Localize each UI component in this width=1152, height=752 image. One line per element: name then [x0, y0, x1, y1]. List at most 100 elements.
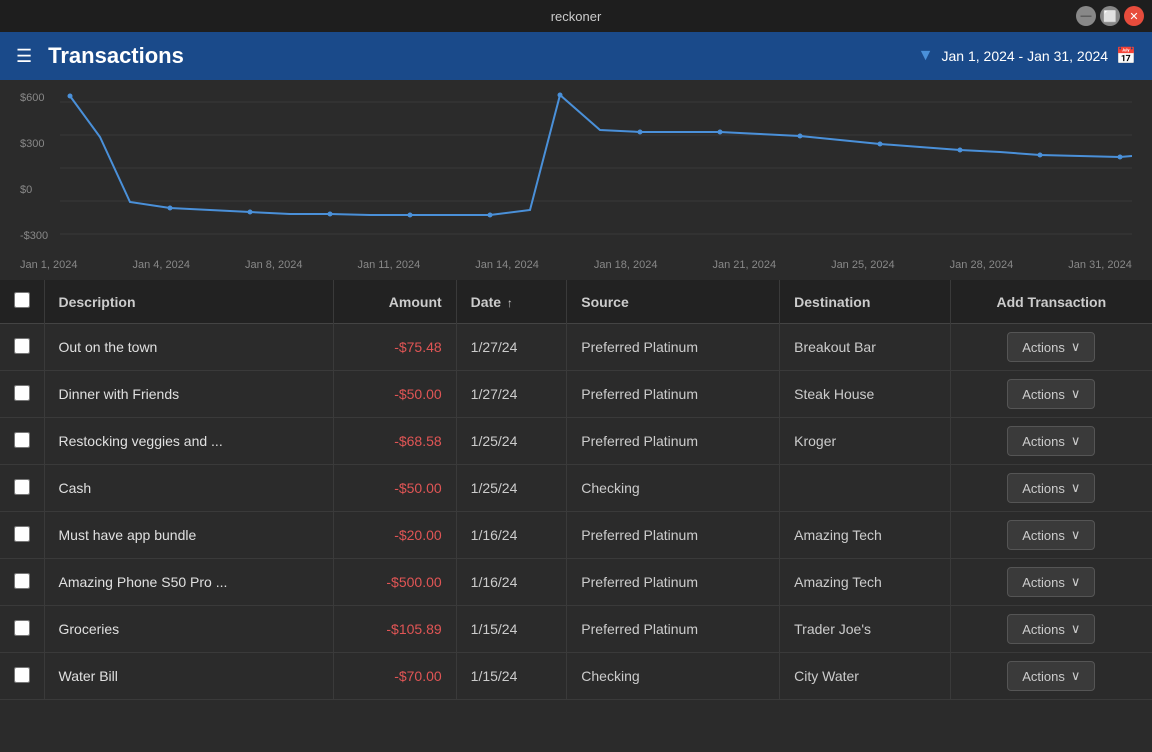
row-actions-cell: Actions ∨ [950, 559, 1152, 606]
actions-button[interactable]: Actions ∨ [1007, 614, 1095, 644]
row-destination: Breakout Bar [780, 324, 950, 371]
row-date: 1/15/24 [456, 653, 567, 700]
row-checkbox-cell[interactable] [0, 371, 44, 418]
table-row: Amazing Phone S50 Pro ... -$500.00 1/16/… [0, 559, 1152, 606]
table-row: Groceries -$105.89 1/15/24 Preferred Pla… [0, 606, 1152, 653]
actions-chevron-icon: ∨ [1071, 339, 1081, 355]
row-destination: Trader Joe's [780, 606, 950, 653]
row-checkbox-cell[interactable] [0, 324, 44, 371]
table-row: Dinner with Friends -$50.00 1/27/24 Pref… [0, 371, 1152, 418]
page-title: Transactions [48, 43, 918, 69]
actions-label: Actions [1022, 669, 1065, 684]
row-checkbox[interactable] [14, 479, 30, 495]
row-date: 1/25/24 [456, 465, 567, 512]
x-label-9: Jan 31, 2024 [1068, 259, 1132, 271]
actions-button[interactable]: Actions ∨ [1007, 426, 1095, 456]
actions-chevron-icon: ∨ [1071, 433, 1081, 449]
row-source: Preferred Platinum [567, 559, 780, 606]
row-date: 1/16/24 [456, 512, 567, 559]
row-checkbox-cell[interactable] [0, 512, 44, 559]
row-source: Preferred Platinum [567, 371, 780, 418]
row-source: Checking [567, 653, 780, 700]
row-amount: -$500.00 [333, 559, 456, 606]
menu-icon[interactable]: ☰ [16, 46, 32, 67]
table-body: Out on the town -$75.48 1/27/24 Preferre… [0, 324, 1152, 700]
destination-header: Destination [780, 280, 950, 324]
row-checkbox-cell[interactable] [0, 653, 44, 700]
x-label-6: Jan 21, 2024 [712, 259, 776, 271]
maximize-button[interactable]: ⬜ [1100, 6, 1120, 26]
row-checkbox-cell[interactable] [0, 465, 44, 512]
row-amount: -$105.89 [333, 606, 456, 653]
filter-icon: ▼ [918, 47, 934, 65]
window-controls: — ⬜ ✕ [1076, 6, 1144, 26]
x-label-4: Jan 14, 2024 [475, 259, 539, 271]
row-checkbox-cell[interactable] [0, 606, 44, 653]
row-amount: -$50.00 [333, 371, 456, 418]
row-description: Out on the town [44, 324, 333, 371]
table-row: Water Bill -$70.00 1/15/24 Checking City… [0, 653, 1152, 700]
x-label-3: Jan 11, 2024 [357, 259, 420, 271]
row-checkbox[interactable] [14, 526, 30, 542]
row-destination: Amazing Tech [780, 559, 950, 606]
select-all-header[interactable] [0, 280, 44, 324]
date-header[interactable]: Date ↑ [456, 280, 567, 324]
calendar-icon: 📅 [1116, 46, 1136, 66]
row-date: 1/27/24 [456, 371, 567, 418]
date-range-label: Jan 1, 2024 - Jan 31, 2024 [942, 48, 1109, 64]
row-description: Dinner with Friends [44, 371, 333, 418]
close-button[interactable]: ✕ [1124, 6, 1144, 26]
row-date: 1/15/24 [456, 606, 567, 653]
actions-chevron-icon: ∨ [1071, 574, 1081, 590]
row-date: 1/27/24 [456, 324, 567, 371]
x-label-7: Jan 25, 2024 [831, 259, 895, 271]
row-checkbox[interactable] [14, 620, 30, 636]
row-destination: Amazing Tech [780, 512, 950, 559]
select-all-checkbox[interactable] [14, 292, 30, 308]
row-checkbox[interactable] [14, 573, 30, 589]
x-label-1: Jan 4, 2024 [132, 259, 190, 271]
actions-chevron-icon: ∨ [1071, 480, 1081, 496]
actions-button[interactable]: Actions ∨ [1007, 661, 1095, 691]
description-header: Description [44, 280, 333, 324]
date-filter[interactable]: ▼ Jan 1, 2024 - Jan 31, 2024 📅 [918, 46, 1136, 66]
row-checkbox[interactable] [14, 385, 30, 401]
row-source: Preferred Platinum [567, 418, 780, 465]
actions-chevron-icon: ∨ [1071, 668, 1081, 684]
row-checkbox[interactable] [14, 432, 30, 448]
source-header: Source [567, 280, 780, 324]
row-destination: City Water [780, 653, 950, 700]
actions-chevron-icon: ∨ [1071, 386, 1081, 402]
actions-button[interactable]: Actions ∨ [1007, 332, 1095, 362]
row-description: Restocking veggies and ... [44, 418, 333, 465]
actions-button[interactable]: Actions ∨ [1007, 379, 1095, 409]
chart-svg [20, 92, 1132, 252]
row-source: Preferred Platinum [567, 512, 780, 559]
row-destination [780, 465, 950, 512]
add-transaction-header[interactable]: Add Transaction [950, 280, 1152, 324]
row-checkbox-cell[interactable] [0, 559, 44, 606]
row-source: Checking [567, 465, 780, 512]
row-destination: Kroger [780, 418, 950, 465]
row-date: 1/25/24 [456, 418, 567, 465]
actions-label: Actions [1022, 528, 1065, 543]
row-actions-cell: Actions ∨ [950, 371, 1152, 418]
app-window-title: reckoner [551, 9, 602, 24]
actions-label: Actions [1022, 622, 1065, 637]
actions-button[interactable]: Actions ∨ [1007, 520, 1095, 550]
row-checkbox[interactable] [14, 667, 30, 683]
transactions-table-container: Description Amount Date ↑ Source Destina… [0, 280, 1152, 752]
actions-label: Actions [1022, 387, 1065, 402]
row-amount: -$70.00 [333, 653, 456, 700]
row-actions-cell: Actions ∨ [950, 418, 1152, 465]
actions-button[interactable]: Actions ∨ [1007, 567, 1095, 597]
sort-arrow-icon: ↑ [507, 296, 513, 310]
chart-x-labels: Jan 1, 2024 Jan 4, 2024 Jan 8, 2024 Jan … [20, 255, 1132, 275]
app-header: ☰ Transactions ▼ Jan 1, 2024 - Jan 31, 2… [0, 32, 1152, 80]
actions-button[interactable]: Actions ∨ [1007, 473, 1095, 503]
row-checkbox[interactable] [14, 338, 30, 354]
actions-label: Actions [1022, 575, 1065, 590]
row-checkbox-cell[interactable] [0, 418, 44, 465]
minimize-button[interactable]: — [1076, 6, 1096, 26]
row-actions-cell: Actions ∨ [950, 465, 1152, 512]
